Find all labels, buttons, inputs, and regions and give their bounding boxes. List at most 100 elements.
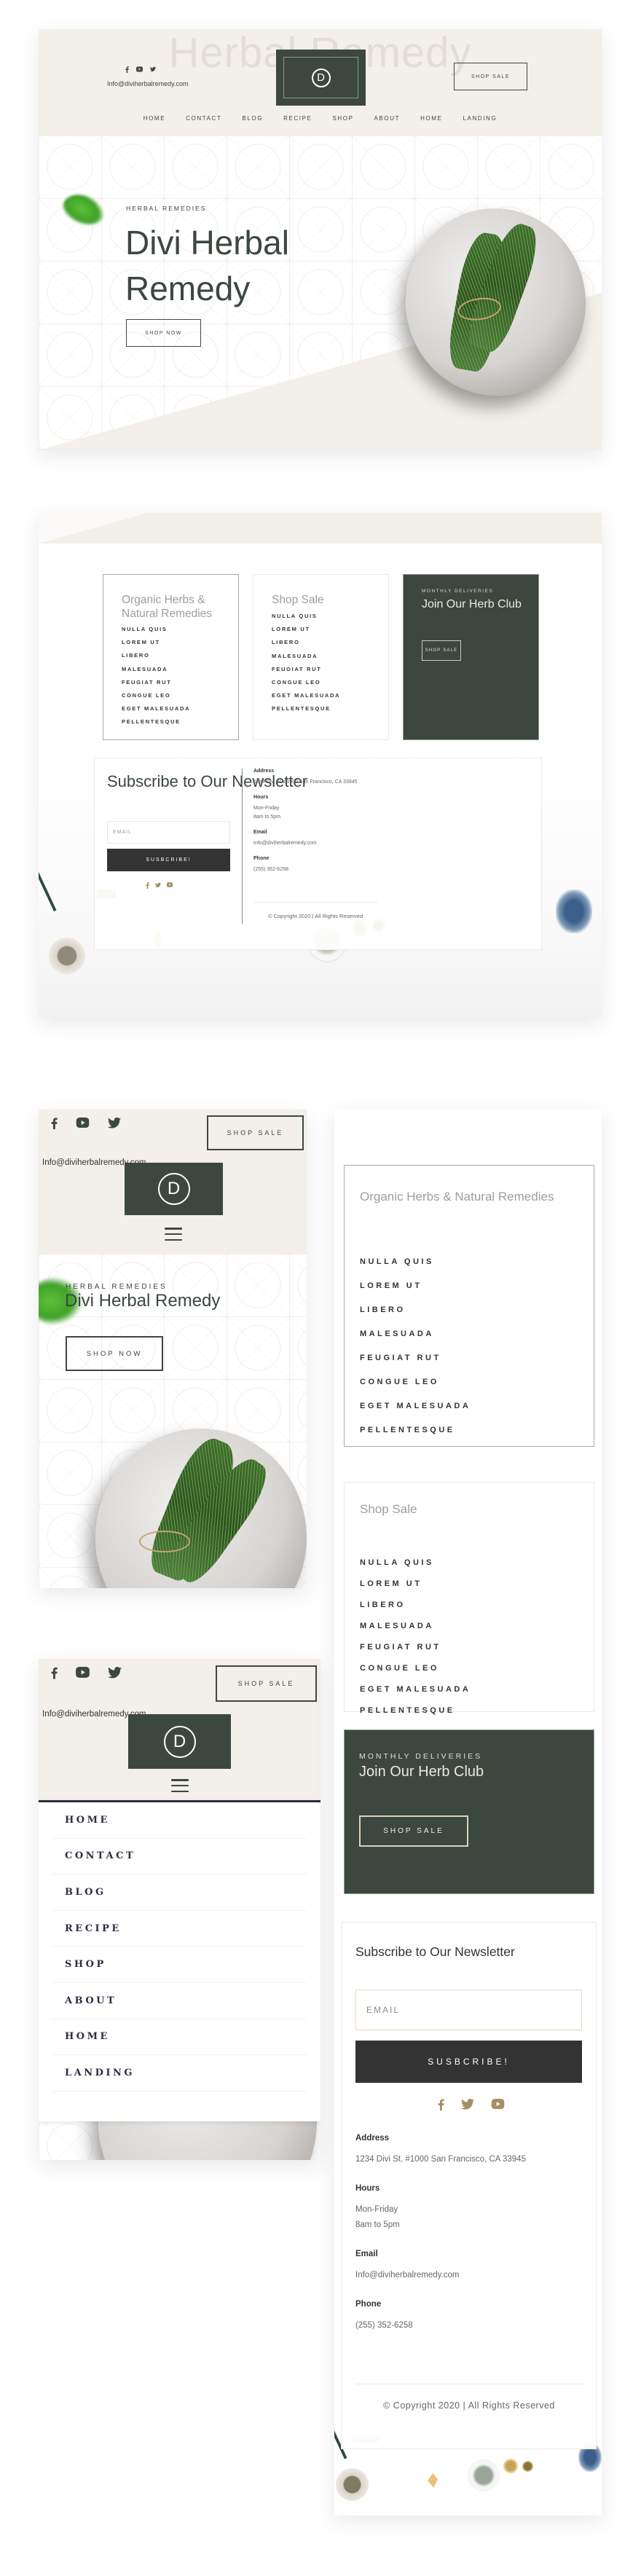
nav-landing[interactable]: LANDING	[463, 115, 498, 122]
mobile-nav-item[interactable]: HOME	[52, 2019, 307, 2056]
email-value[interactable]: Info@diviherbalremedy.com	[355, 2268, 589, 2283]
list-item[interactable]: EGET MALESUADA	[122, 705, 190, 718]
list-item[interactable]: MALESUADA	[272, 653, 340, 666]
mobile-nav-contact[interactable]: CONTACT	[65, 1850, 135, 1861]
list-item[interactable]: CONGUE LEO	[272, 679, 340, 692]
facebook-icon[interactable]	[51, 1118, 58, 1129]
youtube-icon[interactable]	[136, 66, 143, 73]
mobile-nav-item[interactable]: ABOUT	[52, 1983, 307, 2019]
phone-value[interactable]: (255) 352-6258	[253, 865, 377, 874]
list-item[interactable]: FEUGIAT RUT	[122, 679, 190, 692]
list-item[interactable]: LIBERO	[122, 652, 190, 665]
list-item[interactable]: LOREM UT	[272, 626, 340, 639]
list-item[interactable]: NULLA QUIS	[122, 626, 190, 639]
list-item[interactable]: MALESUADA	[360, 1330, 471, 1354]
mobile-shop-sale-button[interactable]: SHOP SALE	[216, 1665, 317, 1702]
twitter-icon[interactable]	[108, 1118, 121, 1129]
nav-home[interactable]: HOME	[143, 115, 165, 122]
facebook-icon[interactable]	[146, 882, 149, 889]
herb-club-shop-sale-button[interactable]: SHOP SALE	[359, 1815, 468, 1847]
nav-recipe[interactable]: RECIPE	[283, 115, 312, 122]
mobile-site-logo[interactable]: D	[125, 1163, 223, 1215]
youtube-icon[interactable]	[167, 882, 173, 889]
subscribe-button[interactable]: SUSBCRIBE!	[355, 2041, 582, 2083]
hours-block: Hours Mon-Friday 8am to 5pm	[355, 2184, 589, 2233]
list-item[interactable]: LIBERO	[360, 1305, 471, 1330]
mobile-nav-item[interactable]: BLOG	[52, 1874, 307, 1911]
list-item[interactable]: FEUGIAT RUT	[360, 1643, 471, 1664]
mobile-nav-landing[interactable]: LANDING	[65, 2068, 135, 2078]
nav-contact[interactable]: CONTACT	[186, 115, 221, 122]
email-value[interactable]: Info@diviherbalremedy.com	[253, 839, 377, 848]
twine-spool	[49, 938, 85, 974]
address-label: Address	[355, 2134, 390, 2143]
site-logo[interactable]: D	[276, 50, 366, 106]
list-item[interactable]: CONGUE LEO	[122, 692, 190, 705]
mobile-nav-item[interactable]: LANDING	[52, 2055, 307, 2092]
list-item[interactable]: PELLENTESQUE	[122, 718, 190, 731]
hero-section: HERBAL REMEDIES Divi Herbal Remedy SHOP …	[39, 136, 602, 450]
facebook-icon[interactable]	[51, 1667, 58, 1679]
list-item[interactable]: LOREM UT	[360, 1281, 471, 1305]
nav-shop[interactable]: SHOP	[332, 115, 353, 122]
list-item[interactable]: LIBERO	[360, 1601, 471, 1622]
list-item[interactable]: CONGUE LEO	[360, 1664, 471, 1685]
list-item[interactable]: NULLA QUIS	[360, 1257, 471, 1281]
shop-now-button[interactable]: SHOP NOW	[66, 1336, 163, 1371]
list-item[interactable]: CONGUE LEO	[360, 1378, 471, 1402]
list-item[interactable]: PELLENTESQUE	[360, 1706, 471, 1727]
list-item[interactable]: PELLENTESQUE	[360, 1426, 471, 1450]
mobile-nav-about[interactable]: ABOUT	[65, 1995, 117, 2006]
list-item[interactable]: MALESUADA	[122, 666, 190, 679]
nav-blog[interactable]: BLOG	[242, 115, 263, 122]
subscribe-button[interactable]: SUSBCRIBE!	[107, 849, 230, 871]
nav-about[interactable]: ABOUT	[374, 115, 401, 122]
list-item[interactable]: LIBERO	[272, 639, 340, 652]
facebook-icon[interactable]	[125, 66, 129, 73]
youtube-icon[interactable]	[76, 1667, 90, 1679]
mobile-site-logo[interactable]: D	[128, 1714, 231, 1769]
mobile-shop-sale-button[interactable]: SHOP SALE	[207, 1115, 304, 1150]
card-title: Organic Herbs & Natural Remedies	[122, 594, 213, 620]
mobile-nav-item[interactable]: RECIPE	[52, 1911, 307, 1947]
list-item[interactable]: MALESUADA	[360, 1622, 471, 1643]
mobile-nav-home-2[interactable]: HOME	[65, 2031, 110, 2042]
shop-sale-button[interactable]: SHOP SALE	[454, 63, 527, 90]
facebook-icon[interactable]	[438, 2099, 444, 2110]
list-item[interactable]: PELLENTESQUE	[272, 705, 340, 718]
hamburger-menu-icon[interactable]	[165, 1228, 182, 1241]
hamburger-menu-icon[interactable]	[171, 1779, 189, 1792]
youtube-icon[interactable]	[491, 2099, 505, 2110]
list-item[interactable]: LOREM UT	[360, 1579, 471, 1601]
mobile-nav-item[interactable]: CONTACT	[52, 1839, 307, 1875]
newsletter-email-input[interactable]: EMAIL	[355, 1990, 582, 2030]
list-item[interactable]: FEUGIAT RUT	[360, 1354, 471, 1378]
mobile-nav-shop[interactable]: SHOP	[65, 1959, 106, 1970]
list-item[interactable]: EGET MALESUADA	[360, 1685, 471, 1706]
nav-home-2[interactable]: HOME	[420, 115, 442, 122]
twitter-icon[interactable]	[108, 1667, 122, 1679]
list-item[interactable]: FEUGIAT RUT	[272, 666, 340, 679]
newsletter-email-input[interactable]: EMAIL	[107, 821, 230, 844]
twitter-icon[interactable]	[461, 2099, 474, 2110]
twitter-icon[interactable]	[155, 882, 161, 889]
mobile-nav-blog[interactable]: BLOG	[65, 1887, 106, 1898]
youtube-icon[interactable]	[76, 1118, 90, 1129]
list-item[interactable]: EGET MALESUADA	[272, 692, 340, 705]
mobile-nav-item[interactable]: HOME	[52, 1802, 307, 1839]
list-item[interactable]: NULLA QUIS	[272, 613, 340, 626]
herb-club-shop-sale-button[interactable]: SHOP SALE	[422, 640, 461, 661]
phone-value[interactable]: (255) 352-6258	[355, 2318, 589, 2333]
list-item[interactable]: EGET MALESUADA	[360, 1402, 471, 1426]
address-block: Address 1234 Divi St. #1000 San Francisc…	[355, 2134, 589, 2167]
twitter-icon[interactable]	[150, 66, 156, 73]
mobile-nav-home[interactable]: HOME	[65, 1815, 110, 1826]
newsletter-title: Subscribe to Our Newsletter	[355, 1944, 515, 1959]
mobile-nav-item[interactable]: SHOP	[52, 1947, 307, 1983]
mobile-nav-recipe[interactable]: RECIPE	[65, 1923, 122, 1934]
email-block: Email Info@diviherbalremedy.com	[253, 830, 377, 848]
header-email[interactable]: Info@diviherbalremedy.com	[107, 80, 189, 87]
list-item[interactable]: NULLA QUIS	[360, 1558, 471, 1579]
shop-now-button[interactable]: SHOP NOW	[126, 319, 201, 347]
list-item[interactable]: LOREM UT	[122, 639, 190, 652]
